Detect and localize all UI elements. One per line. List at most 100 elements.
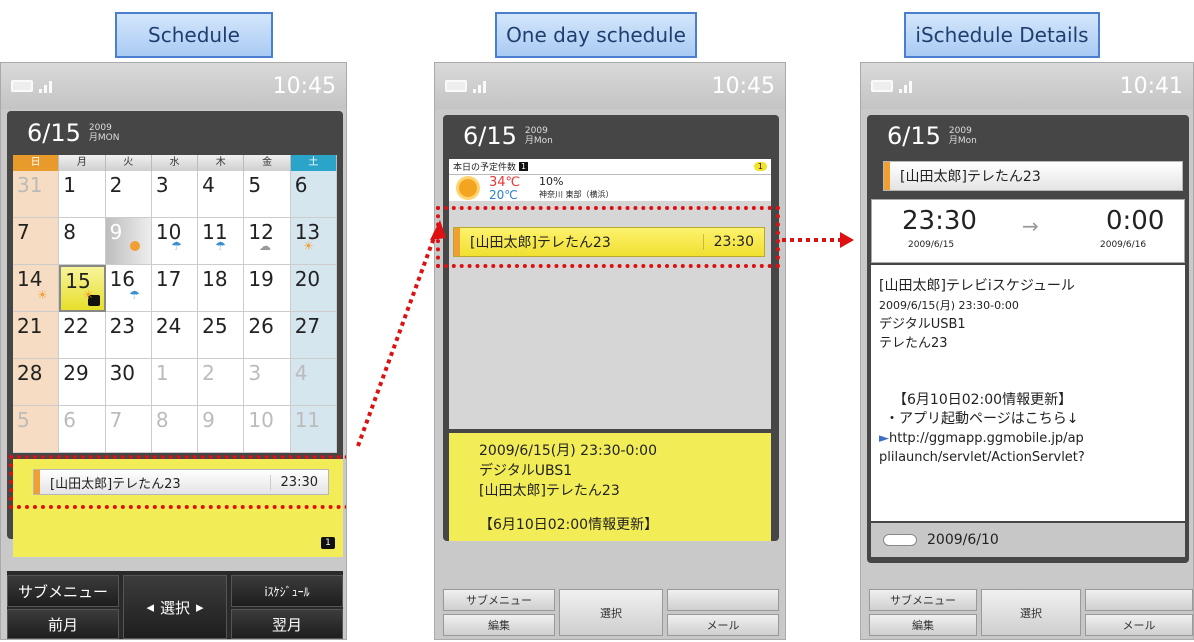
calendar-day[interactable]: 11	[290, 406, 337, 453]
calendar-day[interactable]: 30	[105, 359, 152, 406]
calendar-day[interactable]: 7	[105, 406, 152, 453]
calendar-day[interactable]: 1	[151, 359, 199, 406]
ischedule-key[interactable]: iｽｹｼﾞｭｰﾙ	[231, 575, 343, 607]
calendar-day[interactable]: 9	[105, 218, 152, 265]
day-list-area: 本日の予定件数 1 1 34℃ 10% 20℃ 神奈川 東部（横浜） [山田太郎…	[449, 159, 771, 429]
event-accent	[884, 162, 890, 190]
current-date: 6/15	[887, 122, 941, 150]
select-key[interactable]: 選択	[981, 589, 1081, 636]
link-url-line2[interactable]: plilaunch/servlet/ActionServlet?	[879, 448, 1177, 467]
weather-row: 34℃ 10% 20℃ 神奈川 東部（横浜）	[449, 175, 771, 202]
one-day-schedule-title: One day schedule	[495, 12, 697, 58]
calendar-grid: 31 1 2 3 4 5 6 7 8 9 10 11 12 13 14 15 1…	[13, 171, 337, 453]
description-panel: [山田太郎]テレビiスケジュール 2009/6/15(月) 23:30-0:00…	[871, 265, 1185, 521]
next-month-key[interactable]: 翌月	[231, 609, 343, 639]
day-screen: 6/15 2009 月Mon 本日の予定件数 1 1 34℃ 10% 20℃ 神奈…	[443, 115, 779, 541]
desc-program: テレたん23	[879, 336, 948, 351]
calendar-day[interactable]: 23	[105, 312, 152, 359]
calendar-day[interactable]: 13	[290, 218, 337, 265]
detail-datetime: 2009/6/15(月) 23:30-0:00	[479, 443, 657, 459]
sun-icon	[130, 241, 140, 251]
weekday-tue: 火	[105, 155, 152, 171]
sun-cloud-icon: ☀	[303, 239, 314, 253]
count-label: 本日の予定件数	[453, 163, 517, 173]
calendar-day[interactable]: 1	[59, 171, 106, 218]
sun-icon	[459, 179, 477, 197]
calendar-day[interactable]: 3	[244, 359, 291, 406]
count-right-badge: 1	[753, 162, 767, 171]
calendar-day[interactable]: 4	[198, 171, 245, 218]
updated-date: 2009/6/10	[927, 532, 999, 548]
toggle-icon	[883, 534, 917, 546]
signal-icon	[899, 79, 912, 93]
desc-title: [山田太郎]テレビiスケジュール	[879, 278, 1075, 294]
ischedule-details-title: iSchedule Details	[904, 12, 1100, 58]
weekday-label: 月MON	[88, 133, 120, 143]
calendar-day[interactable]: 9	[198, 406, 245, 453]
calendar-day[interactable]: 4	[290, 359, 337, 406]
weekday-fri: 金	[244, 155, 291, 171]
prev-month-key[interactable]: 前月	[7, 609, 119, 639]
clock: 10:45	[711, 73, 775, 99]
event-count-badge: 1	[321, 537, 335, 549]
calendar-day[interactable]: 28	[13, 359, 60, 406]
calendar-day[interactable]: 5	[244, 171, 291, 218]
calendar-day[interactable]: 26	[244, 312, 291, 359]
calendar-day[interactable]: 22	[59, 312, 106, 359]
rain-icon: ☂	[171, 239, 182, 253]
current-date: 6/15	[27, 119, 81, 147]
current-date: 6/15	[463, 122, 517, 150]
calendar-day[interactable]: 27	[290, 312, 337, 359]
calendar-day[interactable]: 17	[151, 265, 199, 312]
calendar-day[interactable]: 6	[59, 406, 106, 453]
edit-key[interactable]: 編集	[443, 614, 555, 636]
desc-update: 【6月10日02:00情報更新】	[893, 392, 1073, 408]
arrow-line-1	[356, 231, 438, 447]
calendar-day[interactable]: 2	[105, 171, 152, 218]
calendar-day[interactable]: 20	[290, 265, 337, 312]
blank-key[interactable]	[1085, 589, 1193, 611]
weekday-wed: 水	[151, 155, 199, 171]
calendar-day[interactable]: 5	[13, 406, 60, 453]
calendar-day[interactable]: 6	[290, 171, 337, 218]
count-bar: 本日の予定件数 1 1	[449, 159, 771, 175]
link-url-line1: http://ggmapp.ggmobile.jp/ap	[889, 431, 1084, 446]
calendar-day[interactable]: 25	[198, 312, 245, 359]
detail-channel: デジタルUBS1	[479, 463, 573, 479]
edit-key[interactable]: 編集	[869, 614, 977, 636]
calendar-day[interactable]: 3	[151, 171, 199, 218]
mail-key[interactable]: メール	[1085, 614, 1193, 636]
mail-key[interactable]: メール	[667, 614, 779, 636]
detail-title: [山田太郎]テレたん23	[479, 483, 620, 499]
details-phone: 10:41 6/15 2009 月Mon [山田太郎]テレたん23 23:30 2…	[860, 62, 1194, 640]
link-arrow-icon: ►	[879, 431, 889, 446]
select-key[interactable]: ◂ 選択 ▸	[123, 575, 227, 639]
select-key[interactable]: 選択	[559, 589, 663, 636]
calendar-day[interactable]: 24	[151, 312, 199, 359]
calendar-day[interactable]: 8	[59, 218, 106, 265]
battery-icon	[445, 79, 486, 93]
calendar-day[interactable]: 10	[244, 406, 291, 453]
count-badge: 1	[519, 162, 529, 171]
calendar-day[interactable]: 8	[151, 406, 199, 453]
status-bar: 10:41	[861, 63, 1193, 109]
submenu-key[interactable]: サブメニュー	[443, 589, 555, 611]
calendar-day[interactable]: 7	[13, 218, 60, 265]
calendar-day[interactable]: 29	[59, 359, 106, 406]
sun-icon: ☀	[83, 288, 94, 302]
arrow-right-icon: →	[1022, 214, 1039, 238]
app-link[interactable]: ►http://ggmapp.ggmobile.jp/ap	[879, 429, 1177, 448]
submenu-key[interactable]: サブメニュー	[869, 589, 977, 611]
low-temp: 20℃	[489, 188, 518, 202]
calendar-day[interactable]: 18	[198, 265, 245, 312]
calendar-day[interactable]: 19	[244, 265, 291, 312]
end-date: 2009/6/16	[1100, 240, 1147, 250]
year-label: 2009	[88, 123, 112, 133]
calendar-day[interactable]: 31	[13, 171, 60, 218]
submenu-key[interactable]: サブメニュー	[7, 575, 119, 607]
calendar-day[interactable]: 21	[13, 312, 60, 359]
clock: 10:41	[1119, 73, 1183, 99]
right-arrow-icon: ▸	[196, 598, 204, 616]
calendar-day[interactable]: 2	[198, 359, 245, 406]
blank-key[interactable]	[667, 589, 779, 611]
